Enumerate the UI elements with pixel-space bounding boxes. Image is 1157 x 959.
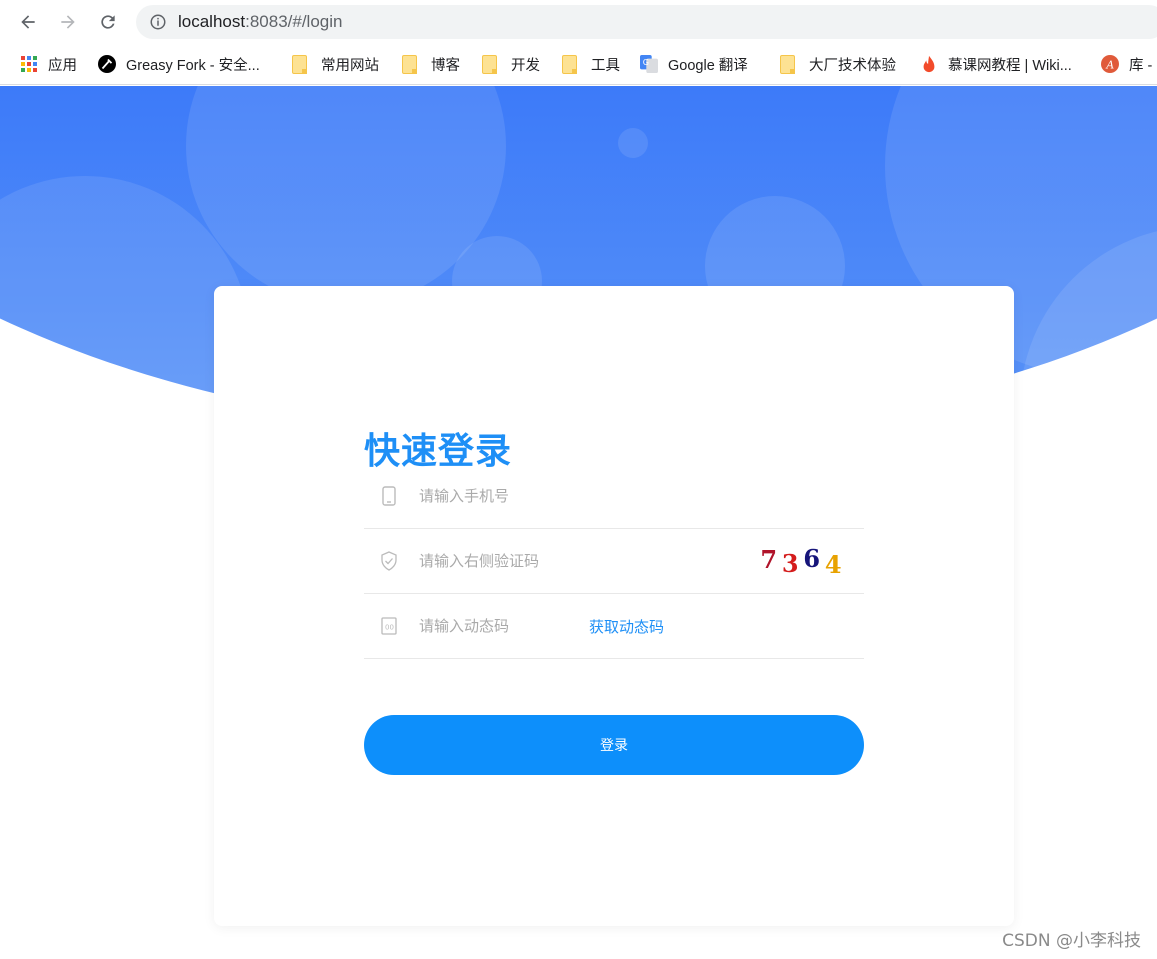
folder-icon	[562, 54, 577, 74]
bookmark-folder-dev[interactable]: 开发	[482, 52, 540, 76]
bookmark-folder-blog[interactable]: 博客	[402, 52, 460, 76]
library-icon: A	[1101, 55, 1119, 73]
apps-grid-icon	[21, 56, 37, 72]
decor-bubble	[618, 128, 648, 158]
greasyfork-icon	[98, 55, 116, 73]
bookmark-label: 博客	[431, 57, 460, 74]
login-page: 快速登录 7 3 6 4 00 获取动态码 登录 CSDN @小李科技	[0, 86, 1157, 959]
dynamic-code-field: 00 获取动态码	[364, 594, 864, 659]
address-bar[interactable]: localhost:8083/#/login	[136, 5, 1157, 39]
back-button[interactable]	[14, 8, 42, 36]
bookmark-folder-common-sites[interactable]: 常用网站	[292, 52, 379, 76]
svg-text:00: 00	[385, 624, 394, 632]
shield-check-icon	[381, 551, 397, 571]
bookmark-label: 应用	[48, 57, 77, 74]
imooc-flame-icon	[923, 55, 935, 73]
info-icon[interactable]	[149, 13, 167, 31]
bookmark-google-translate[interactable]: G Google 翻译	[640, 52, 748, 76]
phone-input[interactable]	[419, 487, 579, 505]
reload-button[interactable]	[94, 8, 122, 36]
svg-text:A: A	[1105, 59, 1114, 72]
login-button[interactable]: 登录	[364, 715, 864, 775]
url-host: localhost	[178, 12, 246, 31]
captcha-field: 7 3 6 4	[364, 529, 864, 594]
watermark: CSDN @小李科技	[1002, 931, 1141, 951]
mobile-phone-icon	[382, 486, 396, 506]
svg-text:G: G	[643, 57, 649, 67]
captcha-image[interactable]: 7 3 6 4	[758, 543, 844, 579]
bookmark-folder-tools[interactable]: 工具	[562, 52, 620, 76]
phone-field	[364, 464, 864, 529]
google-translate-icon: G	[640, 55, 658, 73]
folder-icon	[482, 54, 497, 74]
bookmark-label: 大厂技术体验	[809, 57, 896, 74]
bookmark-folder-tech[interactable]: 大厂技术体验	[780, 52, 896, 76]
login-card: 快速登录 7 3 6 4 00 获取动态码 登录	[214, 286, 1014, 926]
bookmarks-bar: 应用 Greasy Fork - 安全... 常用网站 博客 开发 工具 G G…	[0, 44, 1157, 85]
captcha-input[interactable]	[419, 552, 579, 570]
bookmark-label: 工具	[591, 57, 620, 74]
folder-icon	[780, 54, 795, 74]
arrow-right-icon	[61, 15, 75, 29]
folder-icon	[402, 54, 417, 74]
bookmark-label: 慕课网教程 | Wiki...	[948, 57, 1072, 74]
bookmark-label: 开发	[511, 57, 540, 74]
url-path: :8083/#/login	[245, 12, 343, 31]
bookmark-imooc[interactable]: 慕课网教程 | Wiki...	[920, 52, 1072, 76]
captcha-char: 6	[803, 543, 821, 573]
browser-toolbar: localhost:8083/#/login	[0, 0, 1157, 44]
bookmark-library[interactable]: A 库 -	[1101, 52, 1152, 76]
sms-code-icon: 00	[381, 617, 397, 635]
get-dynamic-code-link[interactable]: 获取动态码	[589, 616, 664, 637]
bookmark-label: 常用网站	[321, 57, 379, 74]
captcha-char: 4	[824, 549, 842, 579]
bookmark-label: 库 -	[1129, 57, 1153, 74]
dynamic-code-input[interactable]	[419, 617, 549, 635]
captcha-char: 3	[781, 548, 799, 578]
bookmark-label: Google 翻译	[668, 57, 748, 74]
folder-icon	[292, 54, 307, 74]
captcha-char: 7	[760, 544, 778, 574]
bookmark-apps[interactable]: 应用	[20, 52, 77, 76]
bookmark-greasyfork[interactable]: Greasy Fork - 安全...	[98, 52, 260, 76]
arrow-left-icon	[21, 15, 35, 29]
bookmark-label: Greasy Fork - 安全...	[126, 57, 260, 74]
reload-icon	[101, 15, 115, 29]
forward-button[interactable]	[54, 8, 82, 36]
